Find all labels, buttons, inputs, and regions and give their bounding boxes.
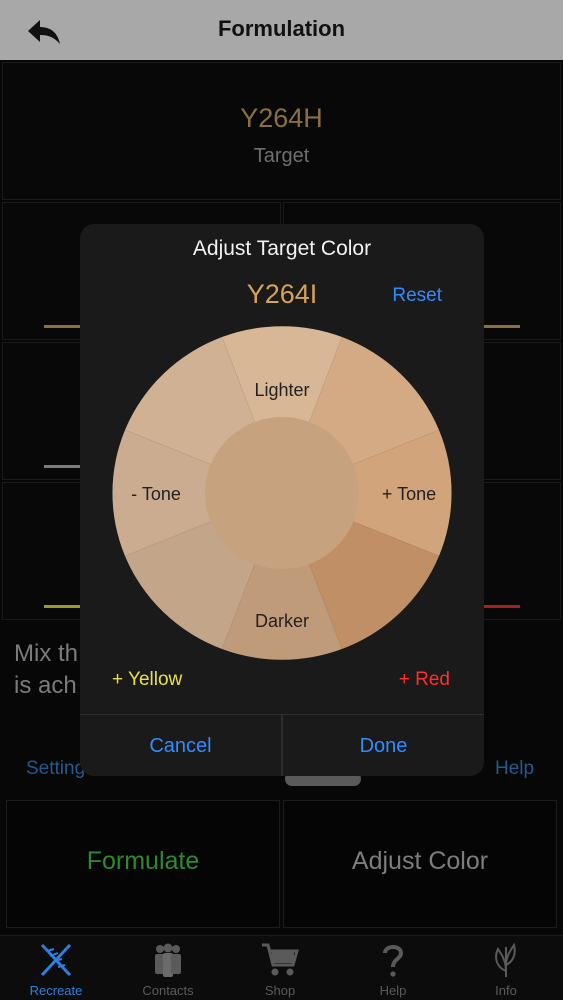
formulate-button[interactable]: Formulate (6, 800, 280, 928)
people-icon (155, 943, 181, 977)
wheel-label-darker: Darker (255, 611, 309, 631)
mix-instructions: Mix th is ach (14, 640, 79, 699)
wheel-label-lighter: Lighter (254, 380, 309, 400)
wheel-label-plus-tone: + Tone (382, 484, 436, 504)
dialog-title: Adjust Target Color (192, 237, 372, 260)
settings-link[interactable]: Setting (26, 758, 85, 780)
tab-contacts[interactable]: Contacts (112, 936, 224, 1000)
done-button[interactable]: Done (283, 715, 484, 776)
leaf-icon (495, 942, 516, 977)
tab-bar: Recreate Contacts Shop Help Info (0, 935, 563, 1000)
plus-red-label: + Red (398, 669, 450, 690)
level-line (484, 605, 520, 608)
tab-help[interactable]: Help (337, 936, 449, 1000)
reset-button[interactable]: Reset (392, 285, 442, 307)
page-title: Formulation (217, 16, 346, 41)
dialog-actions: Cancel Done (80, 714, 484, 776)
nav-header: Formulation (0, 0, 563, 60)
wheel-center (205, 417, 359, 569)
cart-icon (262, 943, 299, 976)
wheel-label-minus-tone: - Tone (131, 484, 181, 504)
target-code: Y264H (240, 103, 323, 133)
adjust-target-color-dialog: Adjust Target Color Y264I Reset Lighter … (80, 224, 484, 776)
level-line (44, 465, 82, 468)
target-card: Y264H Target (2, 62, 561, 200)
color-adjust-wheel: Lighter Darker - Tone + Tone (112, 326, 452, 660)
level-line (44, 325, 82, 328)
dna-icon (40, 943, 72, 977)
plus-yellow-label: + Yellow (112, 669, 183, 690)
cancel-button[interactable]: Cancel (80, 715, 281, 776)
tab-info[interactable]: Info (450, 936, 562, 1000)
tab-recreate[interactable]: Recreate (0, 936, 112, 1000)
level-line (44, 605, 82, 608)
adjust-color-button[interactable]: Adjust Color (283, 800, 557, 928)
help-link[interactable]: Help (495, 758, 534, 780)
tab-shop[interactable]: Shop (224, 936, 336, 1000)
target-label: Target (253, 145, 310, 167)
question-icon (383, 945, 404, 977)
level-line (484, 325, 520, 328)
